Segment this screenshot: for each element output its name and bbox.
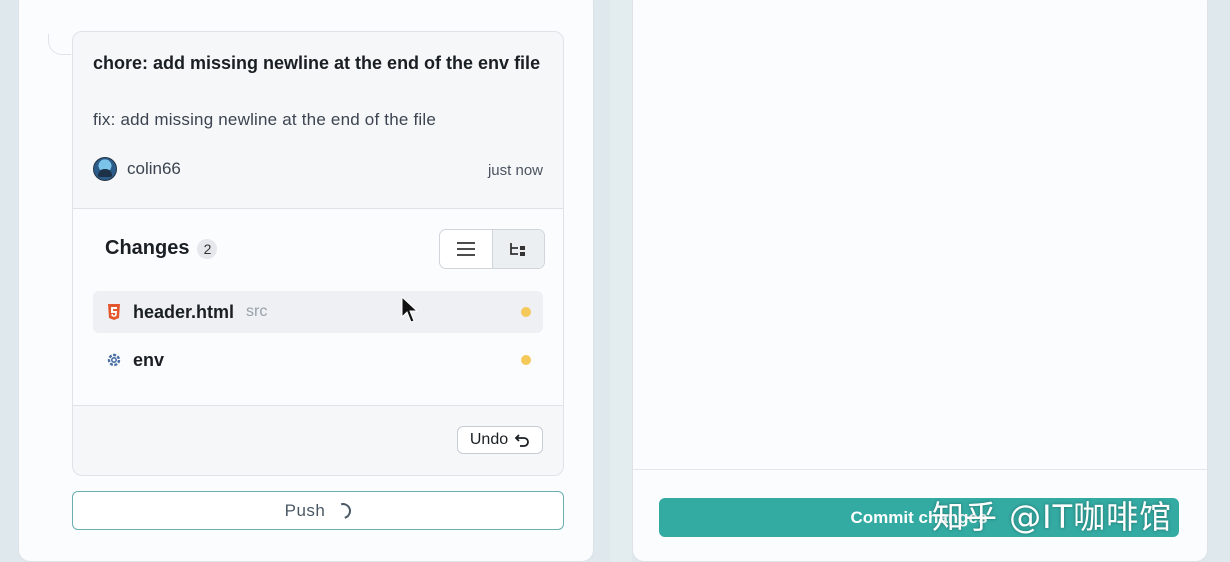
panel-divider — [610, 0, 632, 562]
file-row-env[interactable]: env — [93, 339, 543, 381]
push-label: Push — [284, 500, 326, 520]
tree-view-icon — [510, 243, 526, 256]
view-toggle — [439, 229, 545, 269]
undo-button[interactable]: Undo — [457, 426, 543, 454]
mouse-cursor-icon — [401, 296, 419, 323]
file-name: header.html — [133, 301, 235, 322]
push-button[interactable]: Push — [72, 491, 564, 530]
commit-title: chore: add missing newline at the end of… — [93, 53, 541, 73]
html5-icon — [105, 303, 123, 321]
commit-card: chore: add missing newline at the end of… — [72, 31, 564, 476]
changes-title: Changes — [105, 237, 190, 259]
file-directory: src — [246, 303, 268, 320]
footer-divider — [633, 469, 1207, 470]
watermark: 知乎 @IT咖啡馆 — [932, 498, 1173, 536]
undo-icon — [514, 434, 530, 447]
file-row-header-html[interactable]: header.html src — [93, 291, 543, 333]
commit-time: just now — [487, 162, 543, 179]
file-name: env — [133, 349, 165, 370]
changes-header: Changes 2 — [105, 237, 218, 260]
right-panel — [632, 0, 1208, 562]
list-view-button[interactable] — [440, 230, 492, 268]
commit-author: colin66 — [93, 157, 181, 181]
changes-count-badge: 2 — [197, 238, 218, 259]
changes-section: Changes 2 header.html src env — [73, 208, 563, 406]
modified-status-dot — [521, 307, 531, 317]
avatar — [93, 157, 117, 181]
author-name: colin66 — [127, 159, 181, 178]
modified-status-dot — [521, 355, 531, 365]
undo-label: Undo — [469, 431, 509, 448]
loading-spinner-icon — [332, 499, 355, 522]
gear-icon — [105, 351, 123, 369]
commit-description: fix: add missing newline at the end of t… — [93, 110, 436, 129]
list-view-icon — [456, 242, 475, 256]
tree-view-button[interactable] — [491, 230, 544, 268]
